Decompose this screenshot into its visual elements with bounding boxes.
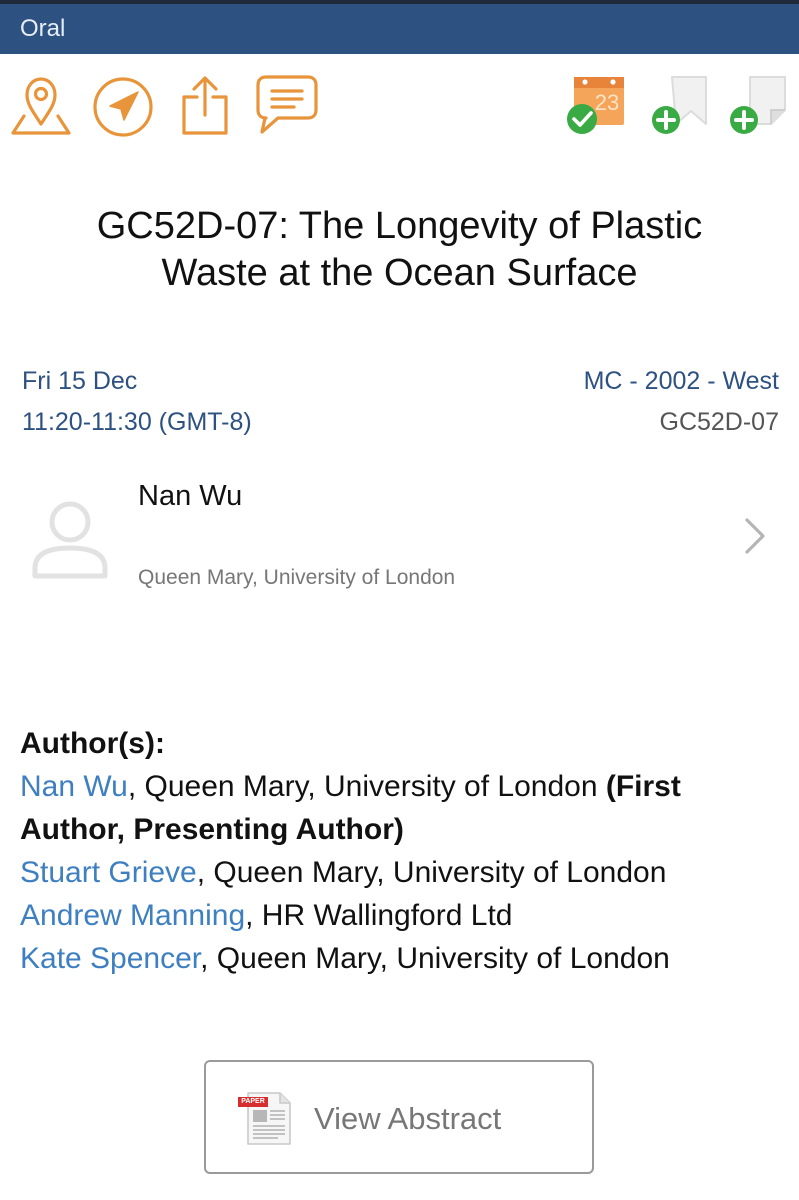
session-type-header: Oral <box>0 4 799 54</box>
comment-icon[interactable] <box>254 74 320 136</box>
session-type-label: Oral <box>20 15 66 42</box>
author-affiliation: , Queen Mary, University of London <box>127 770 606 803</box>
author-link[interactable]: Stuart Grieve <box>20 856 197 889</box>
add-note-icon[interactable] <box>724 74 788 136</box>
authors-section: Author(s): Nan Wu, Queen Mary, Universit… <box>20 722 780 980</box>
session-code: GC52D-07 <box>659 408 780 436</box>
author-affiliation: , Queen Mary, University of London <box>196 856 667 889</box>
paper-icon: PAPER <box>238 1090 294 1146</box>
chevron-right-icon <box>745 518 765 554</box>
avatar <box>32 501 108 579</box>
author-link[interactable]: Andrew Manning <box>20 899 245 932</box>
calendar-day: 23 <box>594 90 620 115</box>
add-bookmark-icon[interactable] <box>646 74 710 136</box>
author-role: (First <box>605 770 681 803</box>
author-role-continued: Author, Presenting Author) <box>20 813 404 846</box>
author-affiliation: , Queen Mary, University of London <box>200 942 670 975</box>
session-date: Fri 15 Dec <box>22 367 138 395</box>
session-title: GC52D-07: The Longevity of Plastic Waste… <box>96 205 703 294</box>
author-link[interactable]: Nan Wu <box>20 770 128 803</box>
author-link[interactable]: Kate Spencer <box>20 942 200 975</box>
author-affiliation: , HR Wallingford Ltd <box>245 899 513 932</box>
calendar-added-icon[interactable]: 23 <box>564 74 628 136</box>
view-abstract-label: View Abstract <box>314 1101 502 1136</box>
presenter-name: Nan Wu <box>138 480 243 512</box>
author-entry: Nan Wu, Queen Mary, University of London… <box>20 765 780 808</box>
session-room[interactable]: MC - 2002 - West <box>584 366 779 396</box>
paper-badge: PAPER <box>241 1098 265 1105</box>
navigation-icon[interactable] <box>92 76 154 138</box>
presenter-affiliation: Queen Mary, University of London <box>138 566 456 589</box>
view-abstract-button[interactable]: PAPER View Abstract <box>204 1060 594 1174</box>
author-entry: Stuart Grieve, Queen Mary, University of… <box>20 851 780 894</box>
share-icon[interactable] <box>180 75 230 137</box>
author-entry: Kate Spencer, Queen Mary, University of … <box>20 937 780 980</box>
session-time: 11:20-11:30 (GMT-8) <box>22 408 252 436</box>
authors-heading: Author(s): <box>20 727 165 760</box>
author-entry: Andrew Manning, HR Wallingford Ltd <box>20 894 780 937</box>
presenter-row[interactable]: Nan Wu Queen Mary, University of London <box>0 470 799 610</box>
map-location-icon[interactable] <box>10 76 72 136</box>
